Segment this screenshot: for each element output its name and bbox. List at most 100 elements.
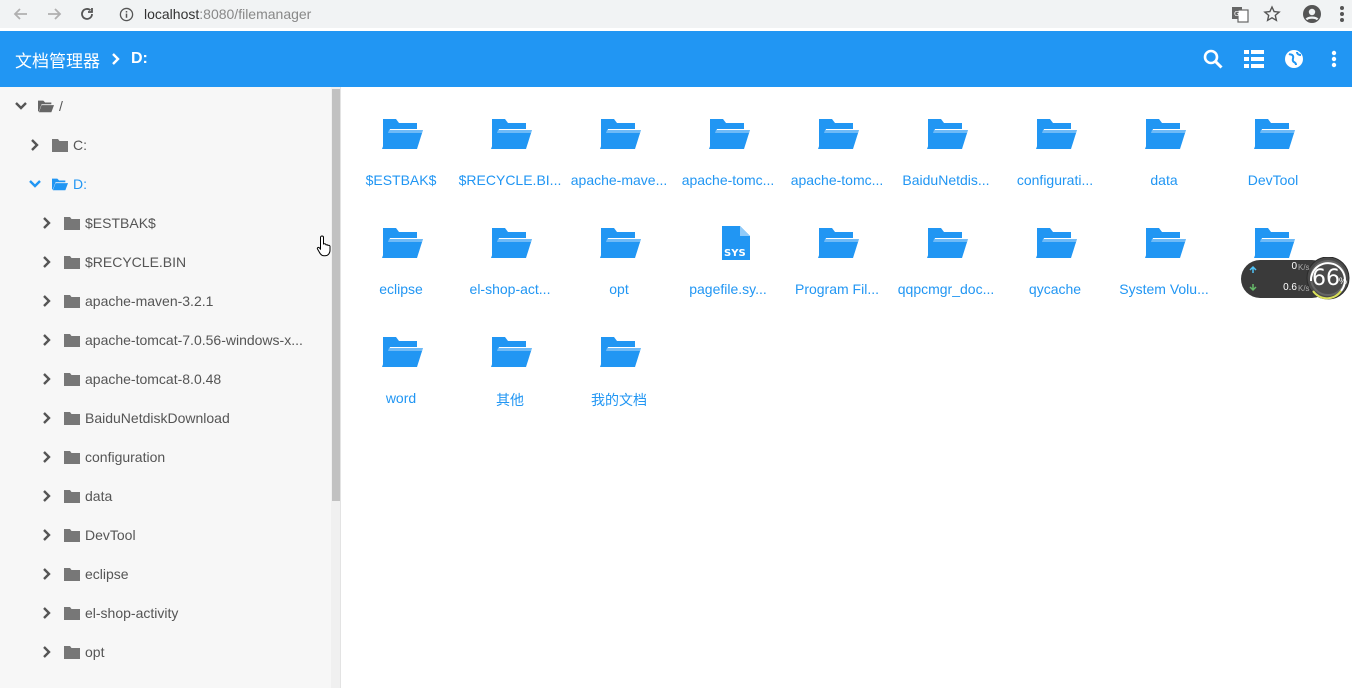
folder-icon (817, 226, 859, 266)
tree-root[interactable]: / (14, 95, 63, 117)
folder-item[interactable]: configurati... (1003, 117, 1107, 217)
svg-text:SYS: SYS (724, 248, 746, 259)
folder-icon (64, 255, 80, 269)
tree-item[interactable]: data (40, 485, 112, 507)
app-header: 文档管理器 D: (0, 31, 1352, 87)
folder-icon (64, 372, 80, 386)
back-icon[interactable] (10, 3, 32, 25)
tree-item[interactable]: apache-tomcat-8.0.48 (40, 368, 221, 390)
tree-item[interactable]: eclipse (40, 563, 129, 585)
percent-unit: % (1339, 276, 1348, 286)
file-label: $RECYCLE.BI... (458, 172, 562, 188)
list-view-icon[interactable] (1242, 47, 1266, 71)
info-icon[interactable] (118, 6, 134, 22)
folder-item[interactable]: DevTool (1221, 117, 1325, 217)
breadcrumb-current[interactable]: D: (131, 31, 148, 87)
chevron-right-icon[interactable] (40, 255, 54, 269)
search-icon[interactable] (1201, 47, 1225, 71)
folder-item[interactable]: 我的文档 (567, 335, 671, 435)
tree-item[interactable]: D: (28, 173, 87, 195)
chevron-right-icon[interactable] (40, 450, 54, 464)
chevron-down-icon[interactable] (28, 177, 42, 191)
tree-item[interactable]: $ESTBAK$ (40, 212, 156, 234)
tree-item-label: apache-maven-3.2.1 (85, 293, 214, 309)
tree-item[interactable]: DevTool (40, 524, 136, 546)
file-label: apache-tomc... (681, 172, 775, 188)
mouse-cursor-icon (316, 235, 331, 257)
folder-icon (817, 117, 859, 157)
profile-icon[interactable] (1302, 4, 1322, 24)
tree-item[interactable]: configuration (40, 446, 165, 468)
folder-item[interactable]: $ESTBAK$ (349, 117, 453, 217)
chevron-right-icon[interactable] (28, 138, 42, 152)
svg-text:G: G (1234, 10, 1239, 18)
chevron-right-icon[interactable] (40, 645, 54, 659)
folder-item[interactable]: 其他 (458, 335, 562, 435)
chevron-right-icon[interactable] (40, 606, 54, 620)
folder-item[interactable]: qycache (1003, 226, 1107, 326)
folder-item[interactable]: $RECYCLE.BI... (458, 117, 562, 217)
chevron-right-icon[interactable] (40, 528, 54, 542)
scrollbar-thumb[interactable] (332, 89, 340, 501)
folder-icon (64, 294, 80, 308)
tree-item[interactable]: BaiduNetdiskDownload (40, 407, 230, 429)
chevron-right-icon[interactable] (40, 372, 54, 386)
folder-item[interactable]: data (1112, 117, 1216, 217)
folder-icon (708, 117, 750, 157)
folder-icon (490, 335, 532, 375)
tree-item-label: / (59, 98, 63, 114)
chevron-down-icon[interactable] (14, 99, 28, 113)
chevron-right-icon[interactable] (40, 489, 54, 503)
address-bar[interactable]: localhost:8080/filemanager (108, 1, 1298, 27)
file-label: opt (609, 281, 629, 297)
tree-item[interactable]: opt (40, 641, 104, 663)
folder-icon (381, 335, 423, 375)
reload-icon[interactable] (76, 3, 98, 25)
file-label: qqpcmgr_doc... (897, 281, 995, 297)
more-menu-icon[interactable] (1322, 47, 1346, 71)
translate-icon[interactable]: G (1230, 4, 1250, 24)
folder-item[interactable]: el-shop-act... (458, 226, 562, 326)
chevron-right-icon[interactable] (40, 216, 54, 230)
file-label: el-shop-act... (469, 281, 551, 297)
folder-icon (926, 226, 968, 266)
folder-item[interactable]: word (349, 335, 453, 435)
tree-item[interactable]: $RECYCLE.BIN (40, 251, 186, 273)
file-item[interactable]: SYS pagefile.sy... (676, 226, 780, 326)
folder-item[interactable]: System Volu... (1112, 226, 1216, 326)
file-label: apache-tomc... (790, 172, 884, 188)
folder-icon (1144, 226, 1186, 266)
file-label: Program Fil... (794, 281, 879, 297)
folder-item[interactable]: BaiduNetdis... (894, 117, 998, 217)
file-label: word (385, 390, 417, 406)
tree-item-label: opt (85, 644, 105, 660)
chevron-right-icon[interactable] (40, 333, 54, 347)
folder-item[interactable]: eclipse (349, 226, 453, 326)
folder-icon (381, 226, 423, 266)
folder-item[interactable]: Program Fil... (785, 226, 889, 326)
chevron-right-icon[interactable] (40, 294, 54, 308)
tree-item-label: $ESTBAK$ (85, 215, 156, 231)
tree-item[interactable]: apache-maven-3.2.1 (40, 290, 213, 312)
tree-item[interactable]: C: (28, 134, 87, 156)
globe-icon[interactable] (1282, 47, 1306, 71)
tree-item-label: apache-tomcat-8.0.48 (85, 371, 222, 387)
chevron-right-icon[interactable] (40, 567, 54, 581)
folder-icon (1035, 117, 1077, 157)
folder-item[interactable]: opt (567, 226, 671, 326)
folder-item[interactable]: apache-tomc... (676, 117, 780, 217)
tree-item[interactable]: el-shop-activity (40, 602, 178, 624)
sidebar-scrollbar[interactable] (331, 87, 341, 688)
folder-icon (64, 450, 80, 464)
bookmark-star-icon[interactable] (1262, 4, 1282, 24)
tree-item[interactable]: apache-tomcat-7.0.56-windows-x... (40, 329, 303, 351)
folder-item[interactable]: apache-mave... (567, 117, 671, 217)
folder-item[interactable]: qqpcmgr_doc... (894, 226, 998, 326)
chevron-right-icon[interactable] (40, 411, 54, 425)
app-title[interactable]: 文档管理器 (15, 31, 100, 87)
forward-icon[interactable] (43, 3, 65, 25)
folder-icon (490, 117, 532, 157)
browser-menu-icon[interactable] (1332, 4, 1352, 24)
folder-item[interactable]: apache-tomc... (785, 117, 889, 217)
file-label: apache-mave... (570, 172, 668, 188)
